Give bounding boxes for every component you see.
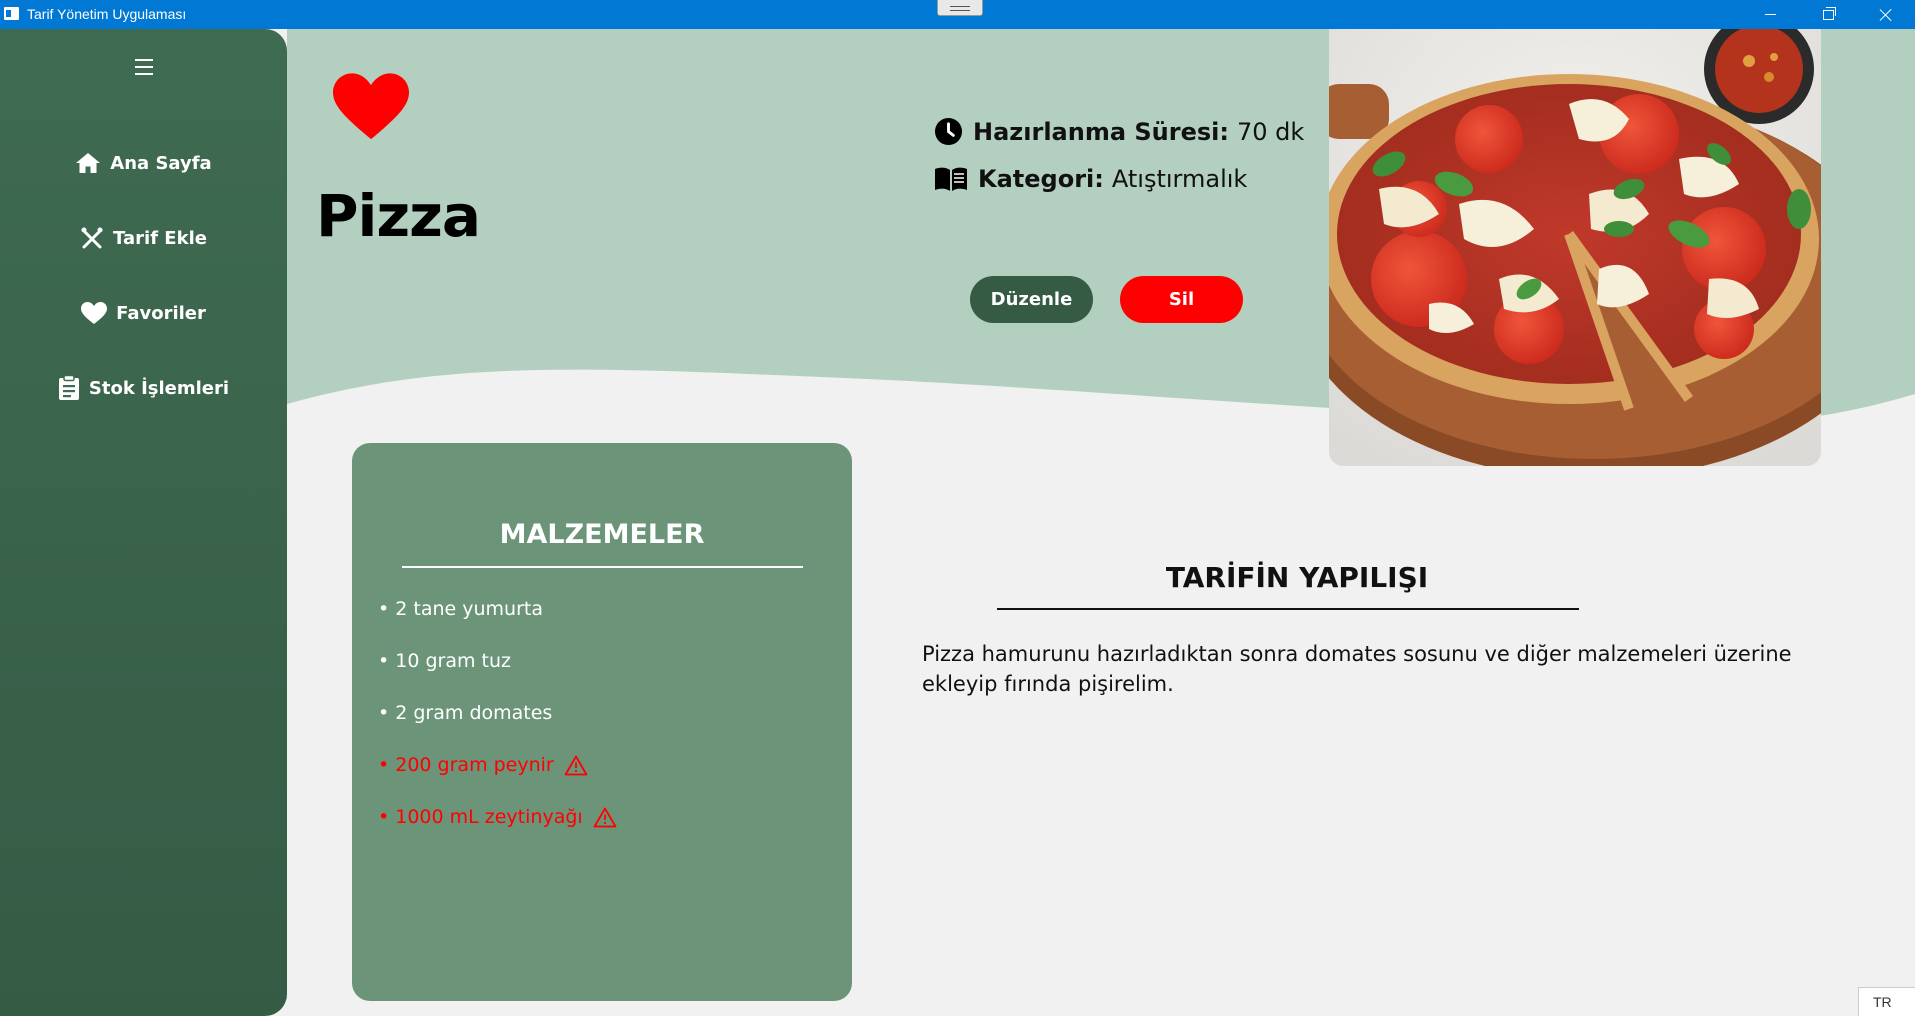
restore-icon — [1822, 6, 1836, 20]
home-icon — [76, 153, 101, 173]
minimize-icon — [1764, 14, 1776, 15]
book-icon — [934, 166, 968, 192]
ingredient-item: • 2 gram domates — [378, 702, 552, 724]
category-label: Kategori: — [978, 165, 1104, 193]
sidebar-item-ana-sayfa[interactable]: Ana Sayfa — [0, 143, 287, 183]
minimize-button[interactable] — [1741, 0, 1799, 29]
prep-time-value: 70 dk — [1236, 117, 1305, 146]
ingredient-text: • 1000 mL zeytinyağı — [378, 806, 583, 828]
delete-button[interactable]: Sil — [1120, 276, 1243, 323]
instructions-text: Pizza hamurunu hazırladıktan sonra domat… — [922, 642, 1792, 696]
divider — [402, 566, 803, 568]
ingredient-item: • 2 tane yumurta — [378, 598, 543, 620]
close-button[interactable] — [1857, 0, 1915, 29]
category-row: Kategori: Atıştırmalık — [934, 165, 1247, 193]
sidebar-item-label: Favoriler — [116, 302, 206, 324]
clock-icon — [934, 117, 963, 146]
window-title: Tarif Yönetim Uygulaması — [27, 6, 187, 22]
recipe-image — [1329, 29, 1821, 466]
favorite-heart-icon[interactable] — [333, 72, 409, 146]
ingredient-text: • 200 gram peynir — [378, 754, 554, 776]
ingredient-text: • 2 tane yumurta — [378, 598, 543, 620]
clipboard-icon — [58, 375, 79, 400]
ingredient-item-missing: • 1000 mL zeytinyağı — [378, 806, 617, 828]
window-titlebar: Tarif Yönetim Uygulaması — [0, 0, 1915, 29]
utensils-icon — [81, 227, 103, 249]
restore-button[interactable] — [1799, 0, 1857, 29]
ingredient-text: • 2 gram domates — [378, 702, 553, 724]
prep-time-label: Hazırlanma Süresi: — [973, 117, 1229, 146]
sidebar-item-label: Tarif Ekle — [113, 227, 207, 249]
language-indicator[interactable]: TR — [1858, 987, 1915, 1016]
recipe-title: Pizza — [316, 182, 481, 250]
warning-icon — [564, 755, 588, 776]
menu-toggle-icon[interactable] — [135, 59, 153, 75]
ingredients-title: MALZEMELER — [499, 519, 705, 550]
close-icon — [1879, 8, 1893, 22]
prep-time-row: Hazırlanma Süresi: 70 dk — [934, 117, 1304, 146]
warning-icon — [593, 807, 617, 828]
category-value: Atıştırmalık — [1111, 165, 1248, 193]
instructions-title: TARİFİN YAPILIŞI — [1165, 561, 1429, 594]
edit-button[interactable]: Düzenle — [970, 276, 1093, 323]
snap-grip[interactable] — [937, 0, 983, 16]
ingredient-text: • 10 gram tuz — [378, 650, 511, 672]
sidebar: Ana Sayfa Tarif Ekle Favoriler Stok İşle… — [0, 29, 287, 1016]
sidebar-item-stok-islemleri[interactable]: Stok İşlemleri — [0, 368, 287, 408]
app-icon — [4, 7, 19, 20]
sidebar-item-favoriler[interactable]: Favoriler — [0, 293, 287, 333]
ingredient-item-missing: • 200 gram peynir — [378, 754, 588, 776]
sidebar-item-label: Stok İşlemleri — [88, 377, 230, 399]
sidebar-item-tarif-ekle[interactable]: Tarif Ekle — [0, 218, 287, 258]
sidebar-item-label: Ana Sayfa — [110, 152, 212, 174]
heart-icon — [81, 301, 108, 324]
ingredient-item: • 10 gram tuz — [378, 650, 511, 672]
ingredients-card: MALZEMELER • 2 tane yumurta • 10 gram tu… — [352, 443, 852, 1001]
divider — [997, 608, 1579, 610]
